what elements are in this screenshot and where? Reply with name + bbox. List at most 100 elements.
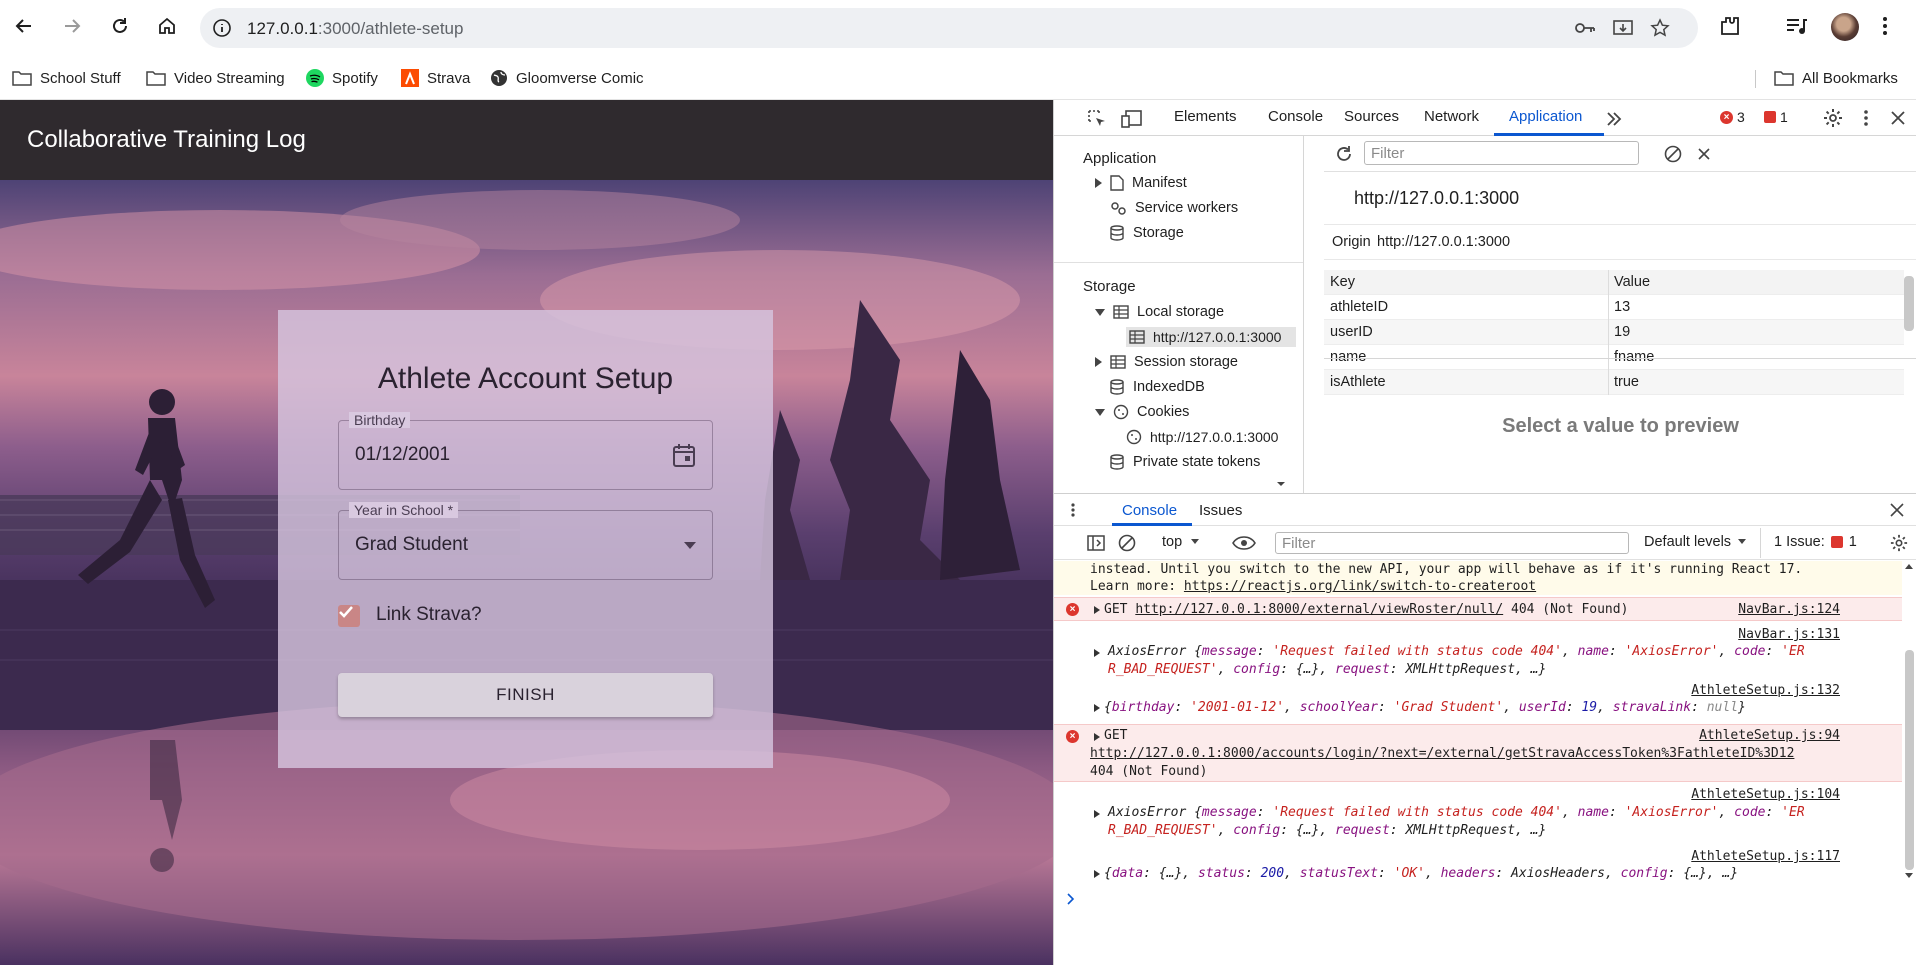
request-url-link[interactable]: http://127.0.0.1:8000/external/viewRoste… [1135,602,1503,617]
close-drawer-icon[interactable] [1890,503,1904,517]
console-scrollbar[interactable] [1902,560,1916,966]
more-vert-icon[interactable] [1862,108,1870,128]
all-bookmarks[interactable]: All Bookmarks [1774,66,1898,90]
issues-label: 1 Issue: [1774,534,1825,550]
bookmark-spotify[interactable]: Spotify [306,66,378,90]
birthday-field[interactable]: Birthday 01/12/2001 [338,412,713,490]
expand-caret-icon[interactable] [1094,606,1100,614]
site-info-icon[interactable] [212,18,232,38]
learn-more-link[interactable]: https://reactjs.org/link/switch-to-creat… [1184,579,1536,594]
sidebar-item-service-workers[interactable]: Service workers [1109,200,1238,216]
bookmark-gloomverse-comic[interactable]: Gloomverse Comic [490,66,644,90]
table-row[interactable]: userID 19 [1324,320,1904,345]
refresh-icon[interactable] [1334,144,1354,164]
expand-caret-icon[interactable] [1094,733,1100,741]
table-scrollbar[interactable] [1904,276,1914,331]
home-button[interactable] [153,12,181,40]
table-row[interactable]: athleteID 13 [1324,295,1904,320]
source-link[interactable]: NavBar.js:131 [1738,626,1840,644]
calendar-icon[interactable] [672,442,696,468]
drawer-tab-console[interactable]: Console [1122,502,1177,519]
inspect-element-icon[interactable] [1087,109,1107,129]
clear-console-icon[interactable] [1118,534,1136,552]
sidebar-item-cookies[interactable]: Cookies [1095,404,1189,420]
expand-caret-icon[interactable] [1094,870,1100,878]
sidebar-item-private-state-tokens[interactable]: Private state tokens [1109,454,1260,470]
link-strava-checkbox[interactable] [338,605,360,627]
toolbar-divider [1760,528,1761,558]
source-link[interactable]: AthleteSetup.js:117 [1691,848,1840,866]
device-toolbar-icon[interactable] [1121,109,1143,129]
more-tabs-icon[interactable] [1605,111,1623,127]
year-in-school-select[interactable]: Year in School * Grad Student [338,502,713,580]
reload-button[interactable] [106,12,134,40]
sidebar-item-manifest[interactable]: Manifest [1095,175,1187,191]
address-bar[interactable]: 127.0.0.1:3000/athlete-setup [200,8,1698,48]
column-header-key[interactable]: Key [1330,274,1355,290]
source-link[interactable]: AthleteSetup.js:104 [1691,786,1840,804]
tab-console[interactable]: Console [1268,108,1323,125]
expand-arrow-icon[interactable] [1095,178,1102,188]
key-icon[interactable] [1573,18,1597,38]
expand-caret-icon[interactable] [1094,704,1100,712]
media-control-icon[interactable] [1784,14,1808,38]
url-text[interactable]: 127.0.0.1:3000/athlete-setup [247,19,463,39]
scroll-down-icon[interactable] [1904,872,1914,880]
drawer-tab-issues[interactable]: Issues [1199,502,1242,519]
sidebar-item-local-storage[interactable]: Local storage [1095,304,1224,320]
tab-application[interactable]: Application [1509,108,1582,125]
delete-selected-icon[interactable] [1697,147,1711,161]
bookmark-video-streaming[interactable]: Video Streaming [146,66,285,90]
more-vert-icon[interactable] [1880,14,1890,38]
eye-icon[interactable] [1232,535,1256,551]
settings-gear-icon[interactable] [1823,108,1843,128]
clear-all-icon[interactable] [1664,145,1682,163]
request-url-link[interactable]: http://127.0.0.1:8000/accounts/login/?ne… [1090,745,1794,763]
error-counter[interactable]: × 3 [1720,109,1745,125]
source-link[interactable]: AthleteSetup.js:132 [1691,682,1840,700]
profile-avatar[interactable] [1831,13,1859,41]
sidebar-item-cookies-origin[interactable]: http://127.0.0.1:3000 [1126,429,1278,445]
source-link[interactable]: AthleteSetup.js:94 [1699,727,1840,745]
star-icon[interactable] [1650,18,1670,38]
context-selector[interactable]: top [1162,534,1200,550]
sidebar-toggle-icon[interactable] [1087,535,1105,551]
source-link[interactable]: NavBar.js:124 [1738,601,1840,619]
expand-caret-icon[interactable] [1094,649,1100,657]
birthday-value[interactable]: 01/12/2001 [355,444,450,466]
extensions-icon[interactable] [1718,14,1742,38]
scroll-down-icon[interactable] [1276,479,1286,489]
bookmark-school-stuff[interactable]: School Stuff [12,66,121,90]
close-icon[interactable] [1890,110,1906,126]
sidebar-item-indexeddb[interactable]: IndexedDB [1109,379,1205,395]
expand-arrow-icon[interactable] [1095,357,1102,367]
console-scroll-thumb[interactable] [1905,650,1914,870]
sidebar-divider [1054,262,1303,263]
sidebar-item-local-storage-origin[interactable]: http://127.0.0.1:3000 [1126,327,1296,347]
console-settings-icon[interactable] [1890,534,1908,552]
finish-button[interactable]: FINISH [338,673,713,717]
console-message-log: NavBar.js:131 AxiosError {message: 'Requ… [1054,623,1902,677]
sidebar-item-storage-overview[interactable]: Storage [1109,225,1184,241]
forward-button[interactable] [58,12,86,40]
column-header-value[interactable]: Value [1614,274,1650,290]
console-prompt[interactable] [1054,888,1902,912]
issue-counter[interactable]: 1 [1764,109,1788,125]
tab-sources[interactable]: Sources [1344,108,1399,125]
storage-filter-input[interactable]: Filter [1364,141,1639,165]
back-button[interactable] [10,12,38,40]
issues-button[interactable]: 1 Issue: 1 [1774,534,1857,550]
collapse-arrow-icon[interactable] [1095,308,1105,316]
tab-network[interactable]: Network [1424,108,1479,125]
expand-caret-icon[interactable] [1094,810,1100,818]
scroll-up-icon[interactable] [1904,562,1914,570]
bookmark-strava[interactable]: Strava [401,66,470,90]
tab-elements[interactable]: Elements [1174,108,1237,125]
install-app-icon[interactable] [1612,18,1634,38]
sidebar-item-session-storage[interactable]: Session storage [1095,354,1238,370]
console-filter-input[interactable]: Filter [1275,532,1629,554]
log-levels-dropdown[interactable]: Default levels [1644,534,1747,550]
collapse-arrow-icon[interactable] [1095,408,1105,416]
drawer-menu-icon[interactable] [1070,502,1076,518]
object-preview: R_BAD_REQUEST', config: {…}, request: XM… [1108,823,1547,838]
